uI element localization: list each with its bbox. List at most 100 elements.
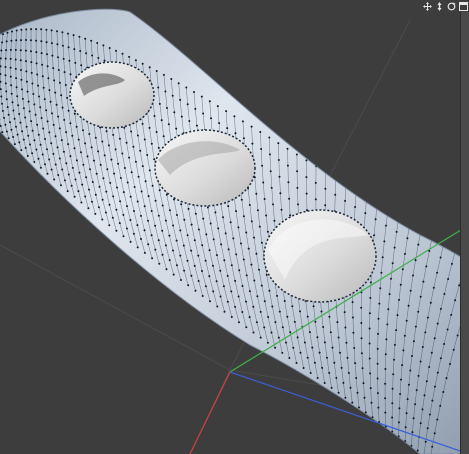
wire-point xyxy=(123,126,126,129)
wire-point xyxy=(242,258,245,261)
wire-point xyxy=(20,28,23,31)
wire-point xyxy=(360,322,363,324)
wire-point xyxy=(436,271,439,274)
wire-point xyxy=(312,305,315,308)
wire-point xyxy=(322,326,325,328)
wire-point xyxy=(364,411,367,414)
wire-point xyxy=(251,142,254,145)
wire-point xyxy=(443,343,446,345)
wire-point xyxy=(343,311,346,314)
wire-point xyxy=(105,130,108,133)
wire-point xyxy=(15,77,18,80)
wire-point xyxy=(122,191,125,194)
wire-point xyxy=(263,300,266,303)
wire-point xyxy=(15,29,18,32)
wire-point xyxy=(417,243,420,246)
wire-point xyxy=(46,65,49,68)
wire-point xyxy=(328,315,331,318)
wire-point xyxy=(33,139,36,142)
wire-point xyxy=(436,371,439,374)
wire-point xyxy=(194,289,197,292)
wire-point xyxy=(384,382,387,385)
wire-point xyxy=(63,118,66,121)
wire-point xyxy=(436,418,439,421)
wire-point xyxy=(136,134,139,137)
wire-point xyxy=(136,246,139,249)
wire-point xyxy=(48,158,51,161)
window-toggle-icon[interactable] xyxy=(459,1,468,11)
wire-point xyxy=(384,397,387,400)
wire-point xyxy=(179,229,182,232)
wire-point xyxy=(52,123,55,126)
wire-point xyxy=(360,352,363,355)
wire-point xyxy=(276,294,278,297)
wire-point xyxy=(143,205,146,208)
wire-point xyxy=(9,66,12,69)
wire-point xyxy=(222,285,225,288)
wire-point xyxy=(186,259,189,262)
wire-point xyxy=(425,380,428,383)
wire-point xyxy=(421,346,424,348)
wire-point xyxy=(393,343,396,346)
wire-point xyxy=(128,156,131,159)
wire-point xyxy=(11,101,14,104)
wire-point xyxy=(69,155,72,158)
wire-point xyxy=(101,198,104,201)
wire-point xyxy=(78,171,81,174)
wire-point xyxy=(190,223,193,226)
wire-point xyxy=(190,249,193,252)
wire-point xyxy=(379,287,382,290)
wire-point xyxy=(368,357,371,360)
wire-point xyxy=(262,181,265,184)
zoom-arrow-icon[interactable] xyxy=(435,1,444,11)
wire-point xyxy=(71,166,74,169)
wire-point xyxy=(241,120,244,123)
wire-point xyxy=(75,125,78,128)
wire-point xyxy=(0,95,3,98)
wire-point xyxy=(398,298,400,301)
wire-point xyxy=(77,138,80,141)
move-arrows-icon[interactable] xyxy=(423,1,432,11)
wire-point xyxy=(64,84,67,86)
wire-point xyxy=(232,237,235,240)
wire-point xyxy=(442,391,445,393)
wire-point xyxy=(395,230,398,233)
wire-point xyxy=(201,244,204,247)
wire-point xyxy=(428,413,431,416)
wire-point xyxy=(112,195,115,198)
wire-point xyxy=(22,138,25,141)
wire-point xyxy=(368,342,371,345)
wire-point xyxy=(95,172,98,175)
wire-point xyxy=(288,357,291,359)
wire-point xyxy=(157,146,160,149)
wire-point xyxy=(277,336,280,339)
wire-point xyxy=(31,82,34,85)
wire-point xyxy=(148,66,151,69)
wire-point xyxy=(170,78,173,80)
hole-2[interactable] xyxy=(154,129,256,207)
wire-point xyxy=(168,234,171,237)
wire-point xyxy=(344,396,347,399)
rotate-icon[interactable] xyxy=(447,2,456,11)
wire-point xyxy=(14,48,17,51)
wire-point xyxy=(404,426,407,429)
wire-point xyxy=(27,134,30,137)
wire-point xyxy=(393,246,396,249)
wire-point xyxy=(274,321,277,324)
wire-point xyxy=(266,230,269,233)
wire-point xyxy=(250,125,253,128)
wire-point xyxy=(57,69,60,71)
viewport-scene[interactable] xyxy=(0,0,469,454)
wire-point xyxy=(136,224,139,227)
wire-point xyxy=(296,336,299,339)
wire-point xyxy=(2,33,4,36)
wire-point xyxy=(97,206,100,209)
wire-point xyxy=(384,411,387,414)
hole-3[interactable] xyxy=(263,209,377,303)
wire-point xyxy=(21,97,24,100)
wire-point xyxy=(55,103,58,106)
wire-point xyxy=(25,39,27,41)
hole-1[interactable] xyxy=(69,61,155,129)
wire-point xyxy=(225,110,228,113)
3d-viewport[interactable] xyxy=(0,0,469,454)
